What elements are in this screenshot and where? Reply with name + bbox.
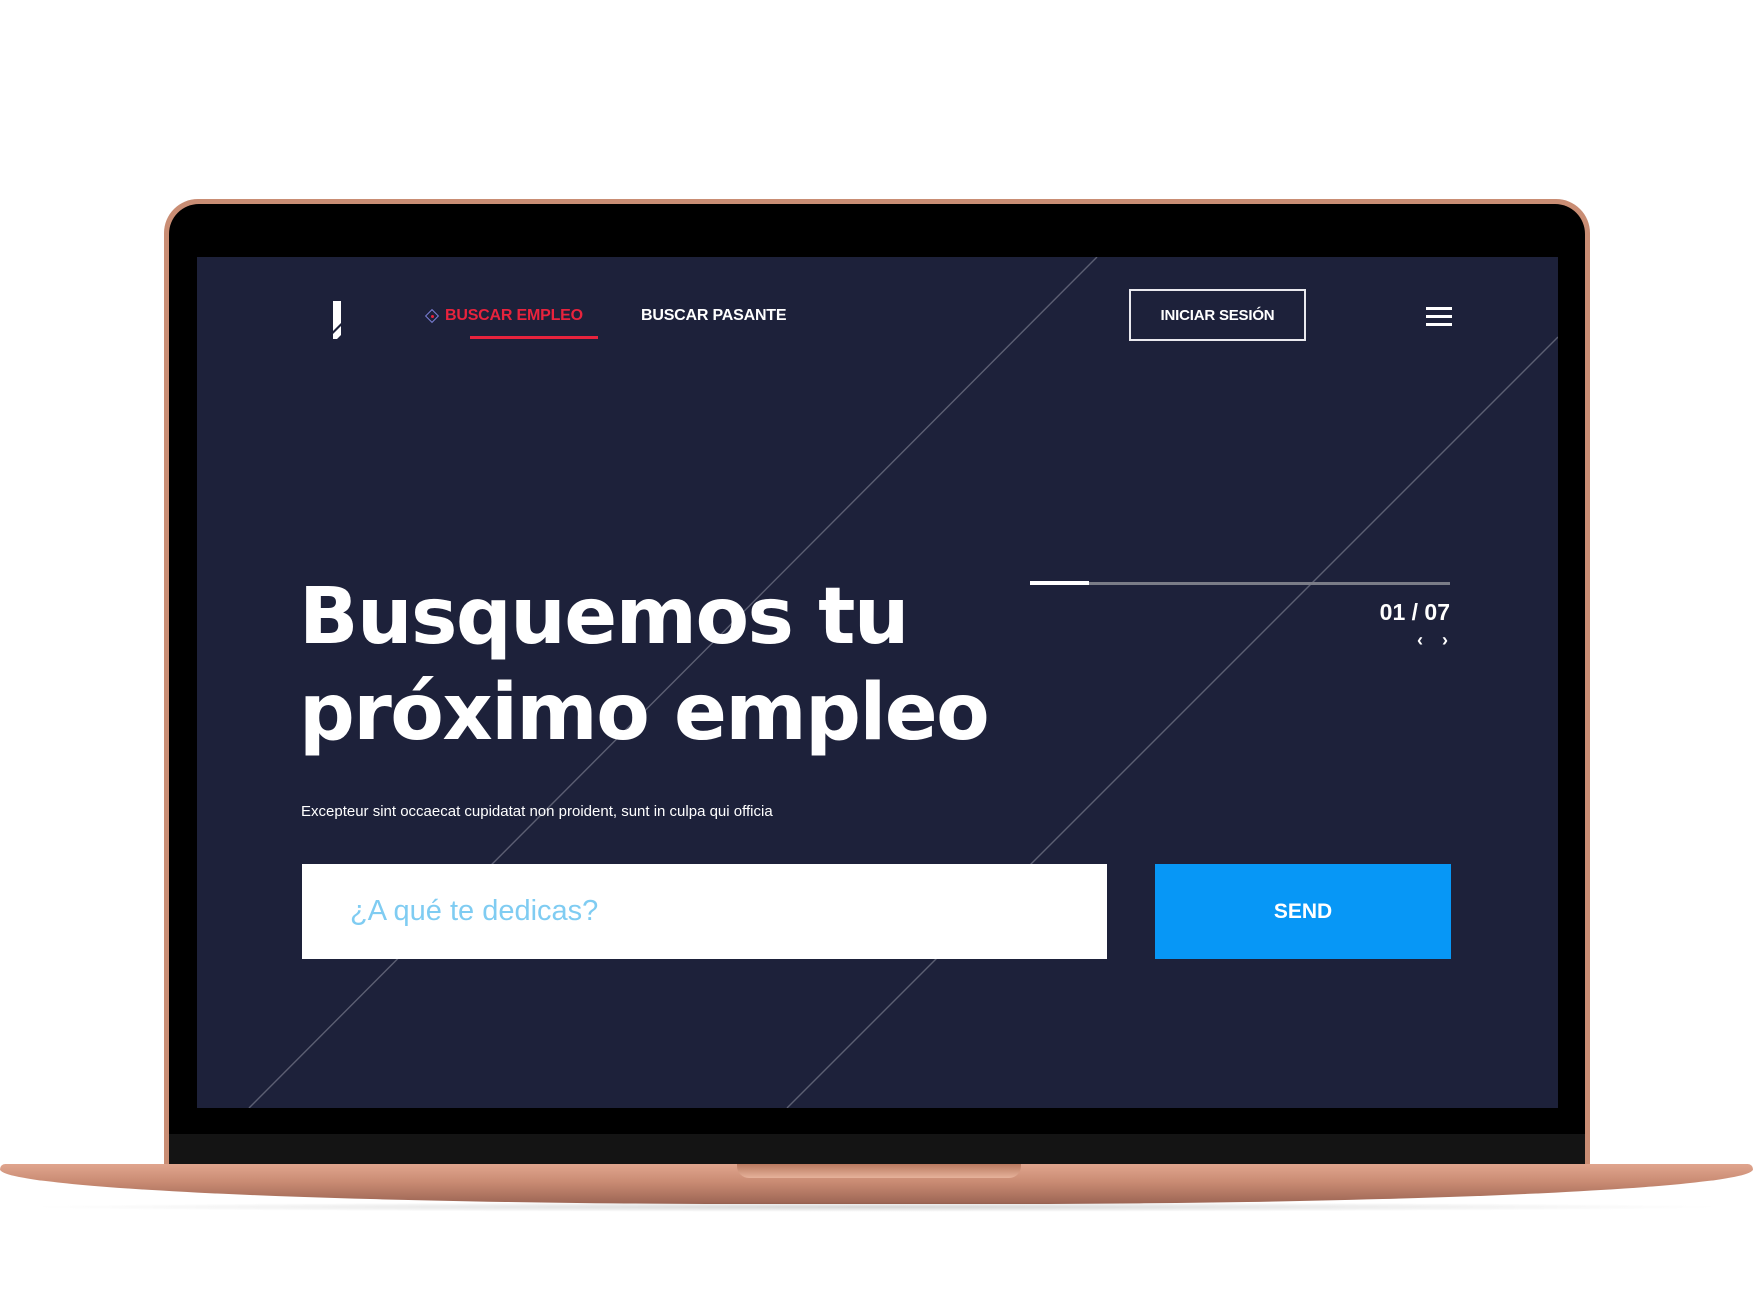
nav-buscar-empleo[interactable]: BUSCAR EMPLEO [424, 307, 583, 325]
hero-title: Busquemos tu próximo empleo [299, 569, 1019, 761]
chevron-right-icon[interactable]: › [1442, 631, 1448, 649]
nav-buscar-empleo-label: BUSCAR EMPLEO [445, 307, 583, 324]
send-button[interactable]: SEND [1155, 864, 1451, 959]
slide-progress-bar [1030, 581, 1450, 585]
hero-title-line-1: Busquemos tu [299, 572, 909, 662]
hamburger-menu-icon[interactable] [1426, 307, 1452, 327]
nav-buscar-pasante-label: BUSCAR PASANTE [641, 307, 787, 324]
search-input[interactable] [302, 864, 1107, 959]
slide-progress-fill [1030, 581, 1089, 585]
hero-subtitle: Excepteur sint occaecat cupidatat non pr… [301, 803, 773, 820]
logo-icon[interactable] [325, 301, 345, 341]
chevron-left-icon[interactable]: ‹ [1417, 631, 1423, 649]
laptop-mockup: BUSCAR EMPLEO BUSCAR PASANTE INICIAR SES… [0, 0, 1753, 1315]
hero-title-line-2: próximo empleo [299, 668, 990, 758]
laptop-shadow [20, 1202, 1733, 1212]
slide-counter: 01 / 07 [1379, 599, 1450, 625]
nav-buscar-pasante[interactable]: BUSCAR PASANTE [641, 307, 787, 325]
website-screen: BUSCAR EMPLEO BUSCAR PASANTE INICIAR SES… [197, 257, 1558, 1108]
active-nav-underline [470, 336, 598, 339]
login-button[interactable]: INICIAR SESIÓN [1129, 289, 1306, 341]
laptop-hinge-notch [737, 1164, 1021, 1178]
diamond-dot-icon [431, 315, 434, 318]
login-button-label: INICIAR SESIÓN [1160, 306, 1275, 324]
